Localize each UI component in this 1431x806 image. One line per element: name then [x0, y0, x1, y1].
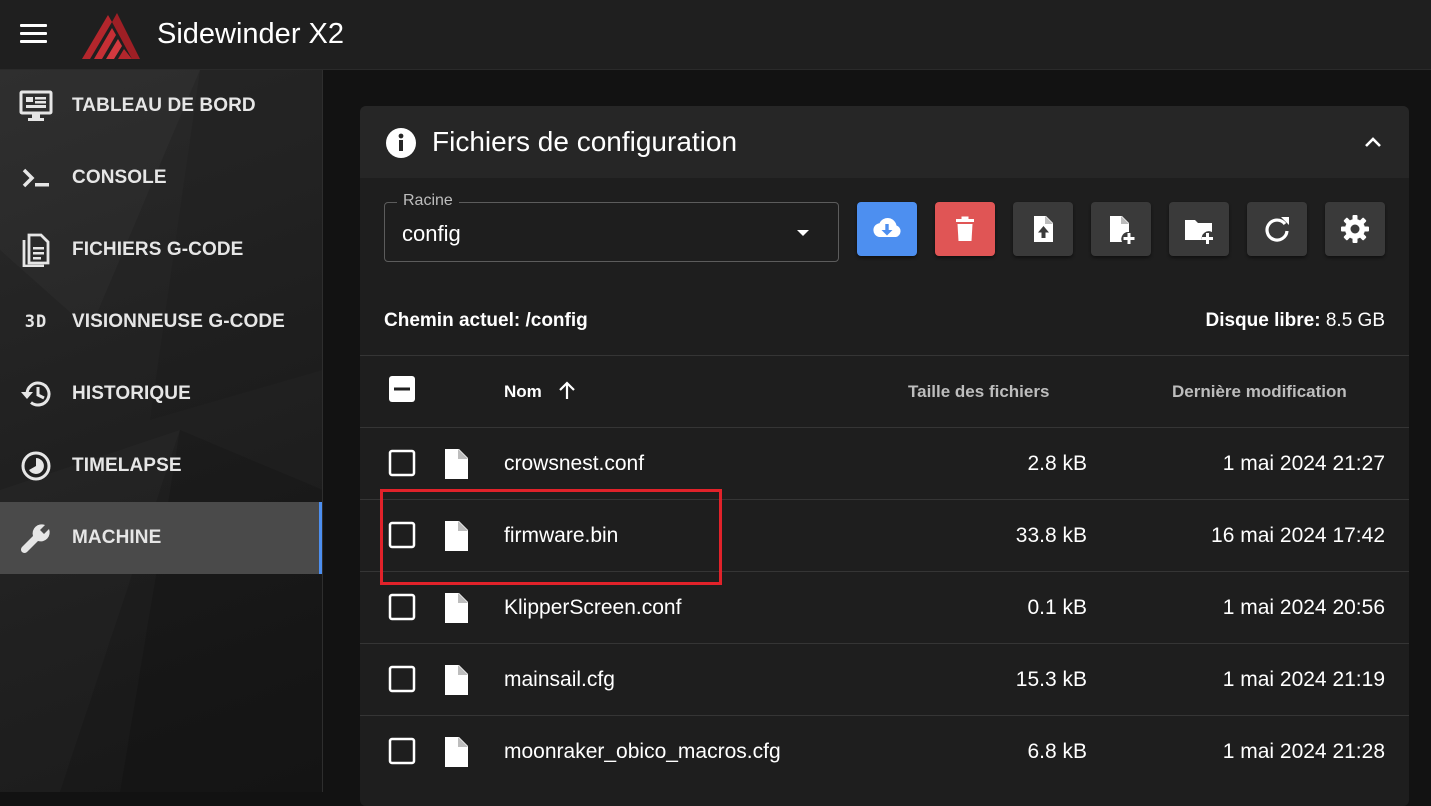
file-size: 0.1 kB — [1027, 596, 1087, 619]
file-name: mainsail.cfg — [504, 668, 615, 691]
file-size: 6.8 kB — [1027, 740, 1087, 763]
file-name: moonraker_obico_macros.cfg — [504, 740, 781, 763]
current-path-value: /config — [525, 310, 588, 331]
sidebar-item-gcode-files[interactable]: FICHIERS G-CODE — [0, 214, 322, 286]
upload-file-button[interactable] — [1013, 202, 1073, 256]
column-header-name[interactable]: Nom — [504, 382, 542, 402]
panel-header: Fichiers de configuration — [360, 106, 1409, 178]
sidebar-item-label: HISTORIQUE — [72, 383, 191, 404]
current-path: Chemin actuel: /config — [384, 310, 588, 332]
root-select[interactable]: Racine config — [384, 192, 839, 262]
new-folder-button[interactable] — [1169, 202, 1229, 256]
file-modified: 1 mai 2024 21:19 — [1222, 668, 1385, 691]
free-disk: Disque libre: 8.5 GB — [1205, 310, 1385, 332]
panel-title: Fichiers de configuration — [432, 126, 738, 157]
column-header-size[interactable]: Taille des fichiers — [908, 382, 1049, 402]
sidebar-item-label: TIMELAPSE — [72, 455, 182, 476]
sidebar-item-machine[interactable]: MACHINE — [0, 502, 322, 574]
sidebar-item-label: TABLEAU DE BORD — [72, 95, 256, 116]
select-all-checkbox[interactable] — [388, 375, 416, 403]
refresh-button[interactable] — [1247, 202, 1307, 256]
app-title: Sidewinder X2 — [157, 18, 344, 50]
sidebar-item-dashboard[interactable]: TABLEAU DE BORD — [0, 70, 322, 142]
row-checkbox[interactable] — [388, 449, 416, 477]
new-file-button[interactable] — [1091, 202, 1151, 256]
arrow-up-icon[interactable] — [556, 380, 578, 402]
console-icon — [18, 160, 54, 196]
sidebar-item-label: VISIONNEUSE G-CODE — [72, 311, 285, 332]
file-document-icon — [18, 232, 54, 268]
hamburger-menu-icon[interactable] — [20, 24, 52, 46]
chevron-up-icon[interactable] — [1360, 130, 1386, 156]
table-row[interactable]: mainsail.cfg 15.3 kB 1 mai 2024 21:19 — [360, 643, 1409, 715]
file-name: KlipperScreen.conf — [504, 596, 682, 619]
free-disk-value: 8.5 GB — [1325, 310, 1385, 331]
settings-button[interactable] — [1325, 202, 1385, 256]
download-button[interactable] — [857, 202, 917, 256]
file-icon — [445, 449, 468, 479]
config-files-panel: Fichiers de configuration Racine config — [360, 106, 1409, 806]
monitor-dashboard-icon — [18, 88, 54, 124]
file-size: 2.8 kB — [1027, 452, 1087, 475]
cloud-download-icon — [873, 218, 901, 237]
wrench-icon — [18, 520, 54, 556]
root-select-value: config — [402, 221, 461, 246]
history-icon — [18, 376, 54, 412]
refresh-icon — [1265, 217, 1289, 242]
file-modified: 1 mai 2024 21:27 — [1222, 452, 1385, 475]
info-icon — [386, 128, 416, 158]
current-path-label: Chemin actuel: — [384, 310, 521, 331]
file-icon — [445, 737, 468, 767]
file-size: 33.8 kB — [1015, 524, 1087, 547]
file-modified: 1 mai 2024 21:28 — [1222, 740, 1385, 763]
sidebar-item-history[interactable]: HISTORIQUE — [0, 358, 322, 430]
file-plus-icon — [1110, 216, 1135, 244]
file-icon — [445, 665, 468, 695]
file-name: crowsnest.conf — [504, 452, 645, 475]
sidebar-item-label: FICHIERS G-CODE — [72, 239, 244, 260]
table-row[interactable]: moonraker_obico_macros.cfg 6.8 kB 1 mai … — [360, 715, 1409, 787]
row-checkbox[interactable] — [388, 593, 416, 621]
file-upload-icon — [1034, 216, 1053, 242]
divider — [360, 355, 1409, 356]
row-checkbox[interactable] — [388, 665, 416, 693]
file-modified: 1 mai 2024 20:56 — [1222, 596, 1385, 619]
file-size: 15.3 kB — [1015, 668, 1087, 691]
sidebar-item-timelapse[interactable]: TIMELAPSE — [0, 430, 322, 502]
dropdown-arrow-icon — [797, 230, 809, 236]
sidewinder-logo — [82, 13, 140, 59]
app-bar: Sidewinder X2 — [0, 0, 1431, 70]
free-disk-label: Disque libre: — [1205, 310, 1321, 331]
root-select-label: Racine — [397, 192, 459, 210]
3d-icon: 3D — [24, 312, 48, 332]
column-header-date[interactable]: Dernière modification — [1172, 382, 1347, 402]
sidebar-item-gcode-viewer[interactable]: 3D VISIONNEUSE G-CODE — [0, 286, 322, 358]
gear-icon — [1341, 215, 1369, 243]
delete-button[interactable] — [935, 202, 995, 256]
sidebar-item-label: MACHINE — [72, 527, 162, 548]
timelapse-icon — [18, 448, 54, 484]
sidebar-item-console[interactable]: CONSOLE — [0, 142, 322, 214]
row-checkbox[interactable] — [388, 737, 416, 765]
trash-icon — [956, 216, 974, 241]
highlight-box — [380, 489, 722, 585]
file-icon — [445, 593, 468, 623]
sidebar: TABLEAU DE BORD CONSOLE FICHIERS G-CODE … — [0, 70, 323, 792]
file-modified: 16 mai 2024 17:42 — [1211, 524, 1385, 547]
folder-plus-icon — [1185, 220, 1213, 244]
sidebar-item-label: CONSOLE — [72, 167, 167, 188]
